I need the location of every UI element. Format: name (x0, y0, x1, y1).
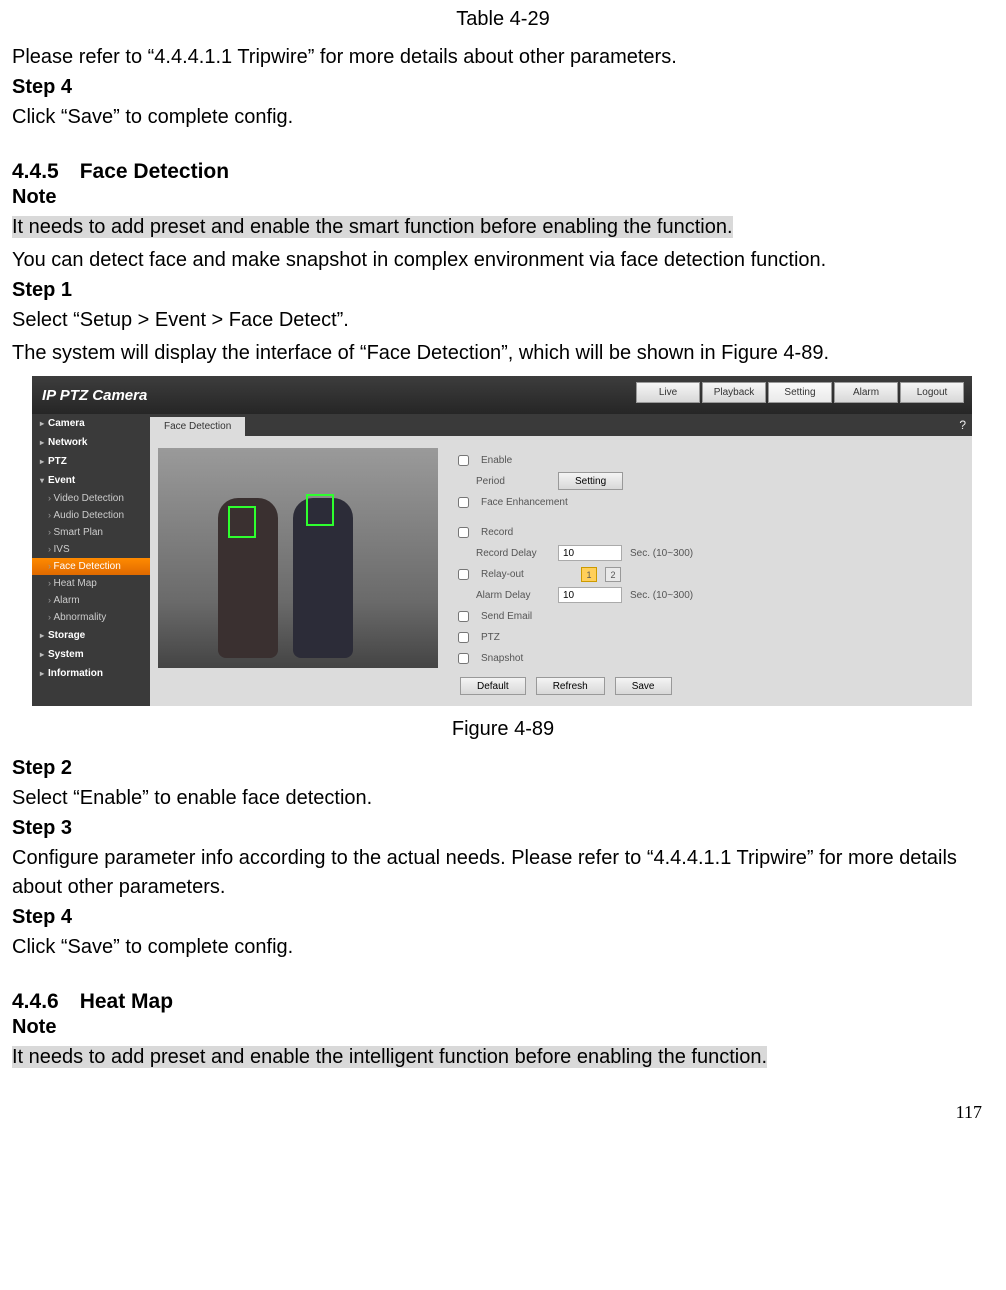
select-path-text: Select “Setup > Event > Face Detect”. (12, 306, 994, 335)
preset-smart-note: It needs to add preset and enable the sm… (12, 213, 994, 242)
record-label: Record (481, 527, 591, 538)
note-label-a: Note (12, 186, 994, 209)
nav-alarm[interactable]: Alarm (834, 382, 898, 403)
send-email-label: Send Email (481, 611, 591, 622)
alarm-delay-unit: Sec. (10~300) (630, 590, 693, 601)
ptz-checkbox[interactable] (458, 632, 469, 643)
sidebar-information[interactable]: Information (32, 664, 150, 683)
save-config-text-a: Click “Save” to complete config. (12, 103, 994, 132)
sidebar-network[interactable]: Network (32, 433, 150, 452)
face-detect-desc: You can detect face and make snapshot in… (12, 246, 994, 275)
face-detection-screenshot: IP PTZ Camera Live Playback Setting Alar… (32, 376, 972, 706)
sidebar-camera[interactable]: Camera (32, 414, 150, 433)
send-email-checkbox[interactable] (458, 611, 469, 622)
app-titlebar: IP PTZ Camera Live Playback Setting Alar… (32, 376, 972, 414)
step1-label: Step 1 (12, 279, 994, 302)
sidebar: Camera Network PTZ Event Video Detection… (32, 414, 150, 706)
nav-setting[interactable]: Setting (768, 382, 832, 403)
face-box-1 (228, 506, 256, 538)
relay-2-chip[interactable]: 2 (605, 567, 621, 582)
sidebar-video-detection[interactable]: Video Detection (32, 490, 150, 507)
save-config-text-b: Click “Save” to complete config. (12, 933, 994, 962)
nav-logout[interactable]: Logout (900, 382, 964, 403)
snapshot-checkbox[interactable] (458, 653, 469, 664)
settings-form: Enable Period Setting Face Enhancement Re… (458, 448, 693, 695)
face-enhancement-checkbox[interactable] (458, 497, 469, 508)
step4-label-b: Step 4 (12, 906, 994, 929)
enable-label: Enable (481, 455, 591, 466)
app-title: IP PTZ Camera (42, 387, 147, 404)
sidebar-alarm[interactable]: Alarm (32, 592, 150, 609)
page-number: 117 (12, 1102, 982, 1123)
configure-param-text: Configure parameter info according to th… (12, 844, 994, 902)
sidebar-ivs[interactable]: IVS (32, 541, 150, 558)
face-box-2 (306, 494, 334, 526)
nav-playback[interactable]: Playback (702, 382, 766, 403)
face-enhancement-label: Face Enhancement (481, 497, 591, 508)
period-setting-button[interactable]: Setting (558, 472, 623, 490)
record-delay-input[interactable] (558, 545, 622, 561)
help-icon[interactable]: ? (959, 418, 966, 432)
refer-tripwire-text: Please refer to “4.4.4.1.1 Tripwire” for… (12, 43, 994, 72)
sidebar-heat-map[interactable]: Heat Map (32, 575, 150, 592)
sidebar-abnormality[interactable]: Abnormality (32, 609, 150, 626)
table-caption: Table 4-29 (12, 8, 994, 31)
sidebar-audio-detection[interactable]: Audio Detection (32, 507, 150, 524)
section-445-heading: 4.4.5 Face Detection (12, 160, 994, 184)
relay-1-chip[interactable]: 1 (581, 567, 597, 582)
alarm-delay-input[interactable] (558, 587, 622, 603)
sidebar-face-detection[interactable]: Face Detection (32, 558, 150, 575)
relay-out-checkbox[interactable] (458, 569, 469, 580)
nav-live[interactable]: Live (636, 382, 700, 403)
record-delay-label: Record Delay (458, 548, 550, 559)
refresh-button[interactable]: Refresh (536, 677, 605, 695)
note-label-b: Note (12, 1016, 994, 1039)
figure-caption: Figure 4-89 (12, 718, 994, 741)
sidebar-storage[interactable]: Storage (32, 626, 150, 645)
snapshot-label: Snapshot (481, 653, 591, 664)
enable-face-text: Select “Enable” to enable face detection… (12, 784, 994, 813)
relay-out-label: Relay-out (481, 569, 573, 580)
preset-intelligent-note: It needs to add preset and enable the in… (12, 1043, 994, 1072)
save-button[interactable]: Save (615, 677, 672, 695)
period-label: Period (458, 476, 550, 487)
step4-label-a: Step 4 (12, 76, 994, 99)
record-checkbox[interactable] (458, 527, 469, 538)
ptz-label: PTZ (481, 632, 591, 643)
video-preview (158, 448, 438, 668)
top-nav: Live Playback Setting Alarm Logout (636, 382, 964, 403)
record-delay-unit: Sec. (10~300) (630, 548, 693, 559)
sidebar-event[interactable]: Event (32, 471, 150, 490)
step2-label: Step 2 (12, 757, 994, 780)
step3-label: Step 3 (12, 817, 994, 840)
sidebar-smart-plan[interactable]: Smart Plan (32, 524, 150, 541)
sidebar-ptz[interactable]: PTZ (32, 452, 150, 471)
section-446-heading: 4.4.6 Heat Map (12, 990, 994, 1014)
alarm-delay-label: Alarm Delay (458, 590, 550, 601)
sidebar-system[interactable]: System (32, 645, 150, 664)
tab-face-detection[interactable]: Face Detection (150, 417, 245, 436)
enable-checkbox[interactable] (458, 455, 469, 466)
system-display-text: The system will display the interface of… (12, 339, 994, 368)
default-button[interactable]: Default (460, 677, 526, 695)
